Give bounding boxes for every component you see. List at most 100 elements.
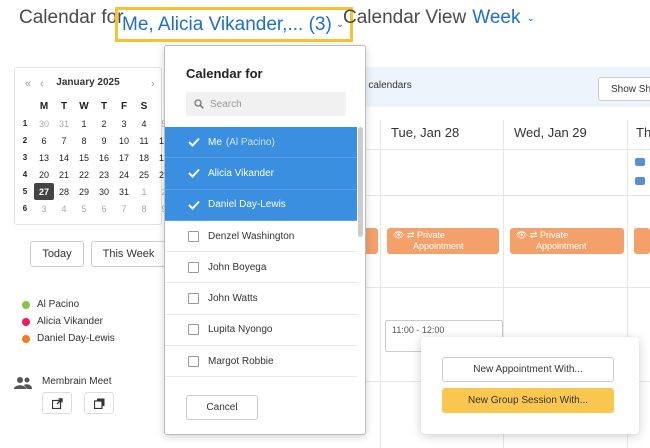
search-icon xyxy=(194,99,204,109)
weekday-header: S xyxy=(140,101,148,112)
calendar-option[interactable]: Lupita Nyongo xyxy=(165,315,357,347)
calendar-option[interactable]: Daniel Day-Lewis xyxy=(165,189,357,221)
mini-calendar-day[interactable]: 13 xyxy=(34,149,54,166)
chevron-right-icon[interactable]: › xyxy=(151,78,155,90)
appointment[interactable] xyxy=(634,228,650,254)
mini-calendar-day[interactable]: 28 xyxy=(54,183,74,200)
calendar-option-label: Me xyxy=(208,136,222,148)
weekday-header: F xyxy=(120,101,128,112)
today-button[interactable]: Today xyxy=(30,241,84,267)
calendar-option[interactable]: Margot Robbie xyxy=(165,346,357,378)
mini-calendar-day[interactable]: 11 xyxy=(134,132,154,149)
calendar-for-selector[interactable]: Me, Alicia Vikander,... (3) ⌄ xyxy=(115,7,354,42)
mini-calendar-day[interactable]: 29 xyxy=(74,183,94,200)
mini-calendar-day[interactable]: 6 xyxy=(94,200,114,217)
grid-divider xyxy=(360,287,650,288)
mini-calendar-day[interactable]: 25 xyxy=(134,166,154,183)
scrollbar[interactable] xyxy=(358,127,363,237)
column-header: Tue, Jan 28 xyxy=(391,125,460,140)
mini-calendar-day[interactable]: 22 xyxy=(74,166,94,183)
banner-text: e calendars xyxy=(360,80,412,91)
mini-calendar-day[interactable]: 1 xyxy=(74,115,94,132)
this-week-button[interactable]: This Week xyxy=(91,241,166,267)
appointment[interactable]: 👁 ⇄ Private Appointment xyxy=(510,228,624,254)
mini-calendar-month: January 2025 xyxy=(56,77,120,88)
week-number: 3 xyxy=(22,153,28,162)
week-number-header xyxy=(16,98,34,115)
mini-calendar-day[interactable]: 31 xyxy=(114,183,134,200)
mini-calendar-day[interactable]: 24 xyxy=(114,166,134,183)
cancel-button[interactable]: Cancel xyxy=(186,395,258,420)
mini-calendar-day[interactable]: 4 xyxy=(54,200,74,217)
event-marker[interactable] xyxy=(635,158,645,166)
open-external-button[interactable] xyxy=(42,392,72,414)
mini-calendar-day[interactable]: 9 xyxy=(94,132,114,149)
calendar-option-label: Daniel Day-Lewis xyxy=(208,199,286,211)
weekday-header: T xyxy=(100,101,108,112)
calendar-option[interactable]: Alicia Vikander xyxy=(165,158,357,190)
checkbox[interactable] xyxy=(188,230,199,242)
membrain-meet-label: Membrain Meet xyxy=(42,376,112,387)
mini-calendar-day[interactable]: 20 xyxy=(34,166,54,183)
chevron-down-icon: ⌄ xyxy=(526,12,535,24)
copy-icon xyxy=(93,398,104,409)
weekday-header: W xyxy=(79,101,89,112)
mini-calendar-day[interactable]: 1 xyxy=(134,183,154,200)
mini-calendar-day[interactable]: 17 xyxy=(114,149,134,166)
checkmark-icon xyxy=(188,167,200,179)
mini-calendar-day[interactable]: 14 xyxy=(54,149,74,166)
mini-calendar-day[interactable]: 30 xyxy=(34,115,54,132)
color-dot-icon xyxy=(22,317,30,326)
checkbox[interactable] xyxy=(188,324,199,336)
mini-calendar-day[interactable]: 10 xyxy=(114,132,134,149)
new-appointment-button[interactable]: New Appointment With... xyxy=(442,357,614,382)
checkbox[interactable] xyxy=(188,293,199,305)
mini-calendar-day[interactable]: 18 xyxy=(134,149,154,166)
mini-calendar-day[interactable]: 31 xyxy=(54,115,74,132)
event-marker[interactable] xyxy=(635,177,645,185)
appointment-subtitle: Appointment xyxy=(413,241,464,251)
mini-calendar-day[interactable]: 15 xyxy=(74,149,94,166)
mini-calendar-day[interactable]: 27 xyxy=(34,183,54,200)
calendar-option[interactable]: Denzel Washington xyxy=(165,221,357,253)
mini-calendar-day[interactable]: 16 xyxy=(94,149,114,166)
calendar-for-label: Calendar for xyxy=(19,7,124,28)
person-name: Daniel Day-Lewis xyxy=(37,333,115,344)
column-header: Th xyxy=(636,125,650,140)
grid-divider xyxy=(360,195,650,196)
mini-calendar-day[interactable]: 2 xyxy=(94,115,114,132)
search-box[interactable] xyxy=(186,92,346,116)
calendar-option-label: Alicia Vikander xyxy=(208,167,274,179)
checkbox[interactable] xyxy=(188,261,199,273)
mini-calendar-day[interactable]: 3 xyxy=(114,115,134,132)
mini-calendar-day[interactable]: 8 xyxy=(134,200,154,217)
column-header: Wed, Jan 29 xyxy=(514,125,587,140)
checkmark-icon xyxy=(188,136,200,148)
users-icon xyxy=(14,377,32,389)
mini-calendar-day[interactable]: 7 xyxy=(54,132,74,149)
calendar-option[interactable]: Me (Al Pacino) xyxy=(165,127,357,159)
calendar-option-label: Lupita Nyongo xyxy=(208,324,273,336)
calendar-option[interactable]: John Boyega xyxy=(165,252,357,284)
mini-calendar-day[interactable]: 3 xyxy=(34,200,54,217)
copy-button[interactable] xyxy=(84,392,114,414)
new-event-popup: New Appointment With... New Group Sessio… xyxy=(421,337,639,434)
show-shared-button[interactable]: Show Sha xyxy=(598,77,650,101)
appointment[interactable]: 👁 ⇄ Private Appointment xyxy=(387,228,499,254)
calendar-view-control[interactable]: Calendar View Week ⌄ xyxy=(343,7,535,29)
calendar-page: Calendar for Me, Alicia Vikander,... (3)… xyxy=(0,0,650,448)
mini-calendar-day[interactable]: 21 xyxy=(54,166,74,183)
mini-calendar-day[interactable]: 30 xyxy=(94,183,114,200)
mini-calendar-day[interactable]: 6 xyxy=(34,132,54,149)
person-legend-item: Alicia Vikander xyxy=(22,313,115,330)
calendar-option[interactable]: John Watts xyxy=(165,283,357,315)
mini-calendar-day[interactable]: 23 xyxy=(94,166,114,183)
new-group-session-button[interactable]: New Group Session With... xyxy=(442,388,614,413)
checkbox[interactable] xyxy=(188,355,199,367)
calendar-view-value: Week xyxy=(472,7,521,28)
mini-calendar-day[interactable]: 8 xyxy=(74,132,94,149)
mini-calendar-day[interactable]: 7 xyxy=(114,200,134,217)
mini-calendar-day[interactable]: 4 xyxy=(134,115,154,132)
search-input[interactable] xyxy=(210,98,330,110)
mini-calendar-day[interactable]: 5 xyxy=(74,200,94,217)
